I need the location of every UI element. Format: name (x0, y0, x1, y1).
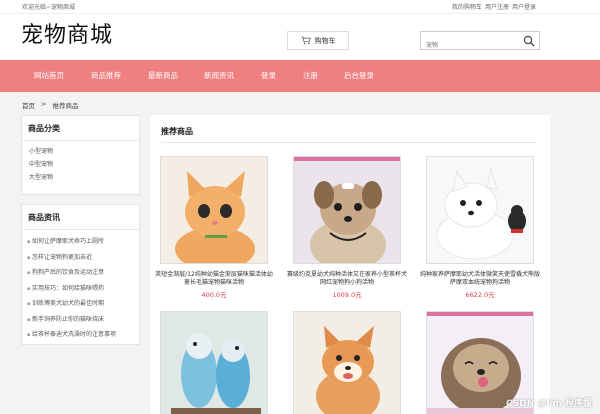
product-image-kitten[interactable] (160, 156, 268, 264)
breadcrumb: 首页 > 推荐商品 (22, 100, 78, 110)
cart-button[interactable]: 购物车 (287, 31, 349, 50)
news-item[interactable]: 怎样让宠物狗更加亲近 (27, 250, 134, 266)
product-section: 推荐商品 英短金渐层/12纯种幼猫金渐层猫咪猫活体幼崽长毛猫宠物猫咪活物 400… (150, 115, 550, 414)
product-image-yorkie[interactable] (293, 156, 401, 264)
news-item[interactable]: 如何让萨摩耶犬乖巧上厕所 (27, 234, 134, 250)
news-item[interactable]: 给茶杯泰迪犬洗澡时的注意事项 (27, 327, 134, 343)
nav-home[interactable]: 网站首页 (34, 70, 64, 81)
section-title: 推荐商品 (161, 127, 193, 136)
search-box (420, 31, 540, 54)
product-image-shiba-puppy[interactable] (293, 311, 401, 414)
welcome-text: 欢迎光临~宠物商城 (22, 4, 76, 11)
product-name[interactable]: 纯种家养萨摩耶幼犬活体微笑天使雪橇犬熊版萨摩双血统宠物狗活物 (420, 271, 540, 287)
search-icon[interactable] (523, 35, 535, 47)
product-name[interactable]: 赛级约克夏幼犬纯种活体又在家养小型茶杯犬网红宠物狗小狗活物 (287, 271, 407, 287)
product-image-samoyed[interactable] (426, 156, 534, 264)
nav-admin-login[interactable]: 后台登录 (344, 70, 374, 81)
nav-latest[interactable]: 最新商品 (148, 70, 178, 81)
nav-news[interactable]: 新闻资讯 (204, 70, 234, 81)
top-bar: 欢迎光临~宠物商城 我的购物车 用户注册 用户登录 (0, 0, 600, 14)
product-name[interactable]: 英短金渐层/12纯种幼猫金渐层猫咪猫活体幼崽长毛猫宠物猫咪活物 (154, 271, 274, 287)
news-list: 如何让萨摩耶犬乖巧上厕所 怎样让宠物狗更加亲近 狗狗产后的饮食及运动注意 实用技… (22, 230, 139, 347)
category-medium-pets[interactable]: 中型宠物 (29, 158, 132, 171)
header: 宠物商城 购物车 (0, 14, 600, 60)
category-large-pets[interactable]: 大型宠物 (29, 171, 132, 184)
news-item[interactable]: 新手饲养防止你的猫咪挠床 (27, 312, 134, 328)
section-divider (161, 142, 536, 143)
search-input[interactable] (421, 37, 517, 54)
news-panel: 商品资讯 如何让萨摩耶犬乖巧上厕所 怎样让宠物狗更加亲近 狗狗产后的饮食及运动注… (21, 204, 140, 345)
main-nav: 网站首页 商品推荐 最新商品 新闻资讯 登录 注册 后台登录 (0, 60, 600, 92)
cart-label: 购物车 (314, 36, 336, 45)
top-links: 我的购物车 用户注册 用户登录 (452, 2, 536, 11)
news-item[interactable]: 实用技巧：如何给猫咪喂药 (27, 281, 134, 297)
register-link[interactable]: 用户注册 (485, 2, 509, 11)
nav-register[interactable]: 注册 (303, 70, 318, 81)
cart-icon (300, 36, 311, 45)
category-panel: 商品分类 小型宠物 中型宠物 大型宠物 (21, 115, 140, 195)
news-title: 商品资讯 (22, 205, 139, 230)
news-item[interactable]: 训练博美犬幼犬的最佳时期 (27, 296, 134, 312)
news-item[interactable]: 狗狗产后的饮食及运动注意 (27, 265, 134, 281)
category-list: 小型宠物 中型宠物 大型宠物 (22, 141, 139, 188)
product-image-parakeets[interactable] (160, 311, 268, 414)
nav-recommended[interactable]: 商品推荐 (91, 70, 121, 81)
my-cart-link[interactable]: 我的购物车 (452, 2, 482, 11)
login-link[interactable]: 用户登录 (512, 2, 536, 11)
product-price: 400.0元 (201, 291, 227, 299)
site-logo[interactable]: 宠物商城 (21, 17, 113, 49)
breadcrumb-separator: > (41, 100, 47, 108)
category-title: 商品分类 (22, 116, 139, 141)
product-price: 1009.0元 (332, 291, 362, 299)
breadcrumb-current: 推荐商品 (52, 102, 79, 110)
category-small-pets[interactable]: 小型宠物 (29, 145, 132, 158)
product-price: 6622.0元 (465, 291, 495, 299)
watermark: CSDN @I'm 程序媛 (505, 399, 592, 409)
breadcrumb-home[interactable]: 首页 (22, 100, 35, 110)
nav-login[interactable]: 登录 (261, 70, 276, 81)
